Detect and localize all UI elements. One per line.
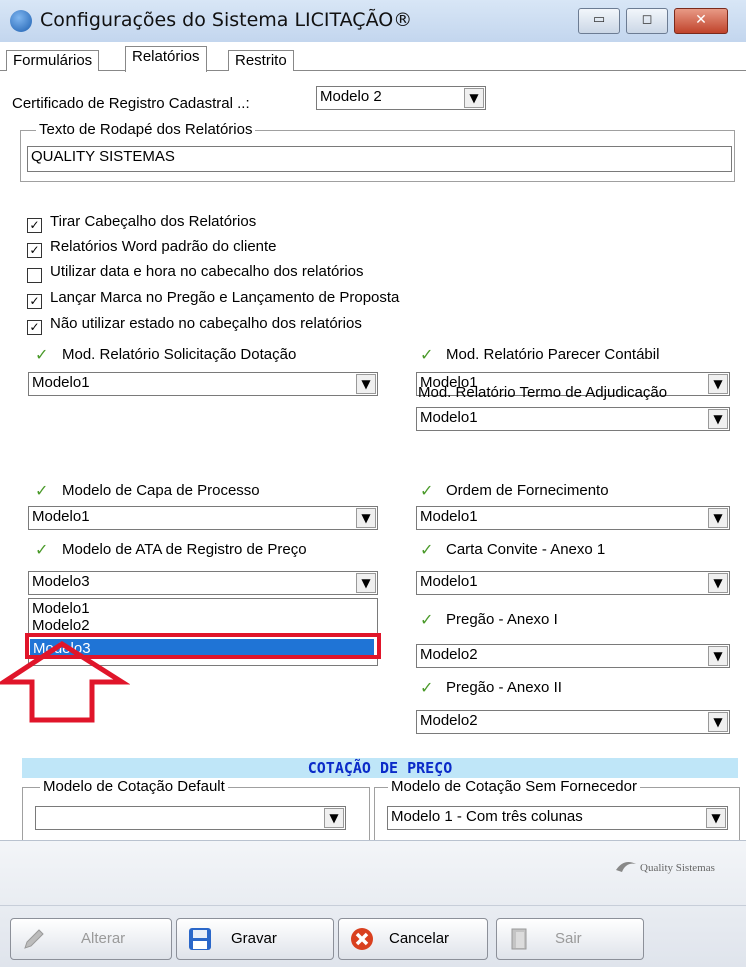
checkmark-icon: ✓ (420, 481, 434, 500)
checkbox-relatorios-word[interactable]: ✓ (27, 243, 42, 258)
value-cotacao-sem-fornecedor: Modelo 1 - Com três colunas (391, 808, 583, 825)
checkbox-nao-utilizar-estado[interactable]: ✓ (27, 320, 42, 335)
select-cotacao-default[interactable]: ▼ (35, 806, 346, 830)
rodape-input[interactable]: QUALITY SISTEMAS (27, 146, 732, 172)
certificado-select[interactable]: Modelo 2 ▼ (316, 86, 486, 110)
exit-door-icon (511, 928, 527, 950)
tab-formularios[interactable]: Formulários (6, 50, 100, 71)
window-title: Configurações do Sistema LICITAÇÃO® (40, 9, 413, 31)
label-carta-convite: Carta Convite - Anexo 1 (446, 541, 606, 558)
label-pregao-anexo-i: Pregão - Anexo I (446, 611, 558, 628)
gravar-button[interactable]: Gravar (176, 918, 334, 960)
value-capa-processo: Modelo1 (32, 508, 90, 525)
dropdown-option-modelo2[interactable]: Modelo2 (32, 618, 90, 633)
checkbox-label-lancar-marca: Lançar Marca no Pregão e Lançamento de P… (50, 289, 400, 306)
checkbox-lancar-marca[interactable]: ✓ (27, 294, 42, 309)
checkmark-icon: ✓ (420, 345, 434, 364)
select-capa-processo[interactable]: Modelo1 ▼ (28, 506, 378, 530)
select-termo-adjudicacao[interactable]: Modelo1 ▼ (416, 407, 730, 431)
cancel-icon (351, 928, 373, 950)
value-pregao-anexo-ii: Modelo2 (420, 712, 478, 729)
app-icon (10, 10, 32, 32)
minimize-button[interactable]: ▭ (578, 8, 620, 34)
chevron-down-icon[interactable]: ▼ (464, 88, 484, 108)
checkbox-tirar-cabecalho[interactable]: ✓ (27, 218, 42, 233)
label-solicitacao-dotacao: Mod. Relatório Solicitação Dotação (62, 346, 297, 363)
dropdown-option-modelo1[interactable]: Modelo1 (32, 601, 90, 616)
gravar-label: Gravar (231, 930, 277, 947)
value-ordem-fornecimento: Modelo1 (420, 508, 478, 525)
rodape-group-title: Texto de Rodapé dos Relatórios (36, 121, 256, 138)
alterar-label: Alterar (81, 930, 126, 947)
quality-logo-icon (616, 862, 636, 872)
value-carta-convite: Modelo1 (420, 573, 478, 590)
rodape-value: QUALITY SISTEMAS (31, 148, 175, 165)
cancelar-label: Cancelar (389, 930, 450, 947)
sair-label: Sair (555, 930, 582, 947)
chevron-down-icon[interactable]: ▼ (356, 374, 376, 394)
checkmark-icon: ✓ (420, 540, 434, 559)
label-capa-processo: Modelo de Capa de Processo (62, 482, 260, 499)
chevron-down-icon[interactable]: ▼ (708, 508, 728, 528)
up-arrow-annotation-icon (0, 641, 130, 723)
value-ata-registro-preco: Modelo3 (32, 573, 90, 590)
footer-divider (0, 905, 746, 906)
save-icon (189, 928, 211, 950)
select-pregao-anexo-ii[interactable]: Modelo2 ▼ (416, 710, 730, 734)
pencil-icon (24, 929, 44, 949)
chevron-down-icon[interactable]: ▼ (706, 808, 726, 828)
certificado-label: Certificado de Registro Cadastral ..: (12, 95, 250, 112)
checkbox-label-relatorios-word: Relatórios Word padrão do cliente (50, 238, 277, 255)
maximize-button[interactable]: ◻ (626, 8, 668, 34)
label-parecer-contabil: Mod. Relatório Parecer Contábil (446, 346, 660, 363)
select-ordem-fornecimento[interactable]: Modelo1 ▼ (416, 506, 730, 530)
checkmark-icon: ✓ (35, 540, 49, 559)
checkmark-icon: ✓ (35, 481, 49, 500)
certificado-value: Modelo 2 (320, 88, 382, 105)
select-carta-convite[interactable]: Modelo1 ▼ (416, 571, 730, 595)
tab-restrito[interactable]: Restrito (228, 50, 294, 71)
checkbox-label-nao-utilizar-estado: Não utilizar estado no cabeçalho dos rel… (50, 315, 362, 332)
checkbox-label-data-hora: Utilizar data e hora no cabecalho dos re… (50, 263, 364, 280)
chevron-down-icon[interactable]: ▼ (324, 808, 344, 828)
cotacao-default-label: Modelo de Cotação Default (40, 778, 228, 795)
tab-relatorios[interactable]: Relatórios (125, 46, 207, 72)
checkbox-label-tirar-cabecalho: Tirar Cabeçalho dos Relatórios (50, 213, 257, 230)
value-pregao-anexo-i: Modelo2 (420, 646, 478, 663)
checkbox-data-hora[interactable] (27, 268, 42, 283)
chevron-down-icon[interactable]: ▼ (708, 646, 728, 666)
checkmark-icon: ✓ (420, 610, 434, 629)
select-cotacao-sem-fornecedor[interactable]: Modelo 1 - Com três colunas ▼ (387, 806, 728, 830)
alterar-button[interactable]: Alterar (10, 918, 172, 960)
chevron-down-icon[interactable]: ▼ (708, 712, 728, 732)
chevron-down-icon[interactable]: ▼ (708, 374, 728, 394)
select-solicitacao-dotacao[interactable]: Modelo1 ▼ (28, 372, 378, 396)
chevron-down-icon[interactable]: ▼ (356, 573, 376, 593)
select-pregao-anexo-i[interactable]: Modelo2 ▼ (416, 644, 730, 668)
checkmark-icon: ✓ (35, 345, 49, 364)
logo-text: Quality Sistemas (640, 862, 715, 874)
label-termo-adjudicacao: Mod. Relatório Termo de Adjudicação (418, 384, 668, 401)
cancelar-button[interactable]: Cancelar (338, 918, 488, 960)
checkmark-icon: ✓ (420, 678, 434, 697)
close-button[interactable]: ✕ (674, 8, 728, 34)
chevron-down-icon[interactable]: ▼ (708, 573, 728, 593)
select-ata-registro-preco[interactable]: Modelo3 ▼ (28, 571, 378, 595)
label-ata-registro-preco: Modelo de ATA de Registro de Preço (62, 541, 307, 558)
chevron-down-icon[interactable]: ▼ (708, 409, 728, 429)
label-pregao-anexo-ii: Pregão - Anexo II (446, 679, 562, 696)
label-ordem-fornecimento: Ordem de Fornecimento (446, 482, 609, 499)
cotacao-sem-fornecedor-label: Modelo de Cotação Sem Fornecedor (388, 778, 640, 795)
cotacao-section-title: COTAÇÃO DE PREÇO (307, 759, 453, 777)
value-termo-adjudicacao: Modelo1 (420, 409, 478, 426)
tab-bar (0, 42, 746, 71)
chevron-down-icon[interactable]: ▼ (356, 508, 376, 528)
sair-button[interactable]: Sair (496, 918, 644, 960)
value-solicitacao-dotacao: Modelo1 (32, 374, 90, 391)
